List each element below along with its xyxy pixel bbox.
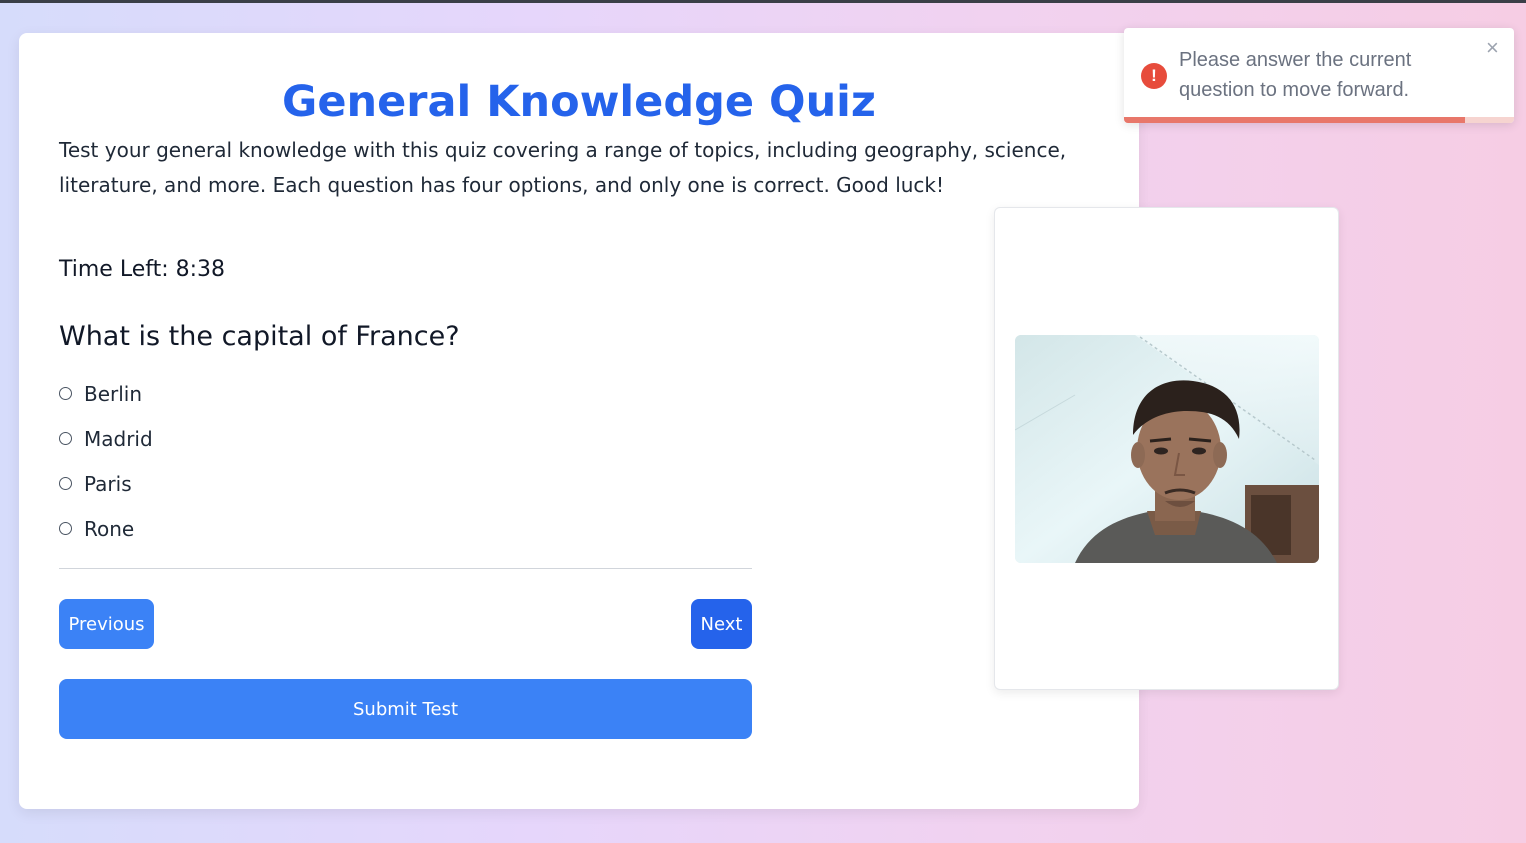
radio-button[interactable]: [59, 522, 72, 535]
option-rone[interactable]: Rone: [59, 506, 153, 551]
option-label: Berlin: [84, 381, 143, 406]
option-label: Paris: [84, 471, 132, 496]
previous-button[interactable]: Previous: [59, 599, 154, 649]
toast-progress-bar: [1124, 117, 1466, 123]
webcam-video-feed: [1015, 335, 1319, 563]
browser-top-strip: [0, 0, 1526, 3]
option-label: Madrid: [84, 426, 153, 451]
toast-progress-track: [1124, 117, 1514, 123]
timer-label: Time Left: 8:38: [59, 257, 226, 282]
error-icon: !: [1141, 63, 1167, 89]
quiz-card: General Knowledge Quiz Test your general…: [19, 33, 1139, 809]
option-berlin[interactable]: Berlin: [59, 371, 153, 416]
option-madrid[interactable]: Madrid: [59, 416, 153, 461]
radio-button[interactable]: [59, 387, 72, 400]
error-toast: ! Please answer the current question to …: [1124, 28, 1514, 123]
page-title: General Knowledge Quiz: [282, 77, 876, 127]
close-icon[interactable]: ×: [1486, 36, 1499, 60]
answer-options: Berlin Madrid Paris Rone: [59, 371, 153, 551]
next-button[interactable]: Next: [691, 599, 752, 649]
radio-button[interactable]: [59, 477, 72, 490]
webcam-frame-image: [1015, 335, 1319, 563]
submit-test-button[interactable]: Submit Test: [59, 679, 752, 739]
option-label: Rone: [84, 516, 135, 541]
toast-message: Please answer the current question to mo…: [1179, 49, 1412, 101]
question-text: What is the capital of France?: [59, 321, 460, 352]
radio-button[interactable]: [59, 432, 72, 445]
divider: [59, 568, 752, 569]
webcam-panel: [994, 207, 1339, 690]
option-paris[interactable]: Paris: [59, 461, 153, 506]
quiz-description: Test your general knowledge with this qu…: [59, 138, 1067, 197]
